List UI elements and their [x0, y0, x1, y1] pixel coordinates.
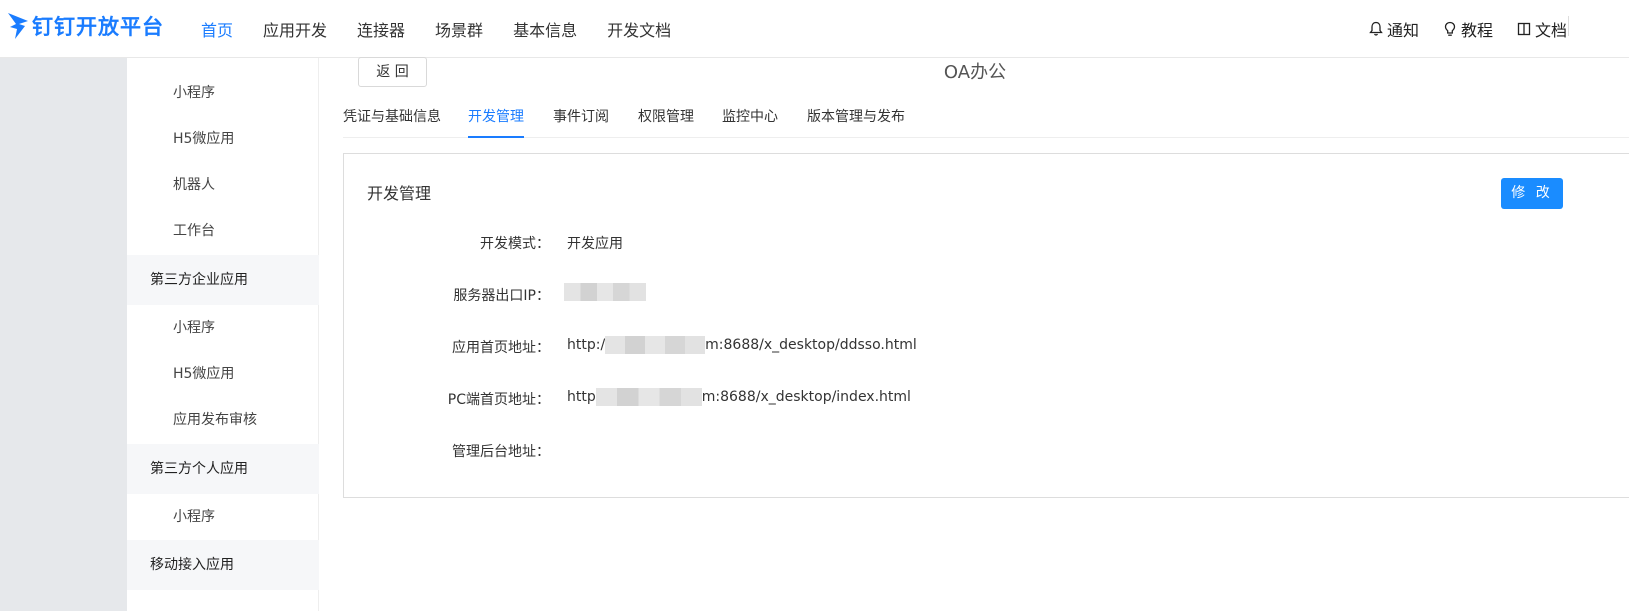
tab-credentials[interactable]: 凭证与基础信息	[343, 106, 441, 138]
nav-item-connector[interactable]: 连接器	[357, 17, 405, 41]
edit-button[interactable]: 修 改	[1501, 178, 1563, 209]
sidebar-group-third-party-enterprise[interactable]: 第三方企业应用	[127, 255, 319, 305]
app-title: OA办公	[943, 62, 1007, 83]
sidebar-item-h5-app[interactable]: H5微应用	[127, 116, 319, 162]
card-title: 开发管理	[367, 184, 432, 203]
docs-link[interactable]: 文档	[1517, 17, 1567, 41]
field-value-app-home-url: http:/ m:8688/x_desktop/ddsso.html	[567, 336, 917, 354]
dev-mode-value: 开发应用	[567, 236, 623, 252]
tutorial-link[interactable]: 教程	[1443, 17, 1493, 41]
tab-bar: 凭证与基础信息 开发管理 事件订阅 权限管理 监控中心 版本管理与发布	[343, 96, 1629, 138]
top-navbar: 钉钉开放平台 首页 应用开发 连接器 场景群 基本信息 开发文档 通知 教程 文…	[0, 0, 1629, 58]
notify-label: 通知	[1386, 21, 1419, 40]
pc-home-url-suffix: m:8688/x_desktop/index.html	[701, 389, 911, 405]
bell-icon	[1369, 21, 1383, 36]
sidebar-item-robot[interactable]: 机器人	[127, 162, 319, 208]
book-icon	[1517, 22, 1531, 36]
topbar-divider	[1568, 16, 1569, 36]
tab-dev-management[interactable]: 开发管理	[468, 106, 524, 138]
tab-permissions[interactable]: 权限管理	[638, 106, 694, 138]
docs-label: 文档	[1534, 21, 1567, 40]
tab-event-subscription[interactable]: 事件订阅	[553, 106, 609, 138]
dingtalk-logo-icon	[8, 13, 28, 39]
sidebar-item-third-party-mini-program[interactable]: 小程序	[127, 305, 319, 351]
nav-item-app-dev[interactable]: 应用开发	[263, 17, 327, 41]
field-value-pc-home-url: http m:8688/x_desktop/index.html	[567, 388, 911, 406]
nav-item-basic-info[interactable]: 基本信息	[513, 17, 577, 41]
sidebar-item-app-release-review[interactable]: 应用发布审核	[127, 397, 319, 443]
sidebar-group-mobile-access[interactable]: 移动接入应用	[127, 540, 319, 590]
pc-home-url-prefix: http	[567, 389, 596, 405]
field-value-dev-mode: 开发应用	[567, 233, 623, 253]
app-home-url-prefix: http:/	[567, 337, 606, 353]
sidebar-item-personal-mini-program[interactable]: 小程序	[127, 494, 319, 540]
left-gutter	[0, 58, 127, 611]
nav-item-home[interactable]: 首页	[201, 17, 233, 41]
redacted-ip	[564, 283, 646, 301]
app-home-url-suffix: m:8688/x_desktop/ddsso.html	[705, 337, 917, 353]
sidebar-item-third-party-h5-app[interactable]: H5微应用	[127, 351, 319, 397]
top-right-links: 通知 教程 文档	[1345, 0, 1567, 58]
notify-link[interactable]: 通知	[1369, 17, 1419, 41]
sidebar: 小程序 H5微应用 机器人 工作台 第三方企业应用 小程序 H5微应用 应用发布…	[127, 58, 319, 611]
sidebar-group-third-party-personal[interactable]: 第三方个人应用	[127, 444, 319, 494]
field-label-server-ip: 服务器出口IP：	[453, 288, 550, 304]
back-button[interactable]: 返 回	[358, 57, 427, 87]
field-label-dev-mode: 开发模式：	[480, 236, 550, 252]
field-label-app-home-url: 应用首页地址：	[452, 340, 550, 356]
field-label-admin-url: 管理后台地址：	[452, 444, 550, 460]
brand-logo[interactable]: 钉钉开放平台	[6, 9, 164, 43]
tab-version-release[interactable]: 版本管理与发布	[807, 106, 905, 138]
lightbulb-icon	[1444, 21, 1456, 36]
sidebar-item-mini-program[interactable]: 小程序	[127, 70, 319, 116]
brand-name: 钉钉开放平台	[32, 15, 164, 39]
tab-monitoring[interactable]: 监控中心	[722, 106, 778, 138]
sidebar-item-workbench[interactable]: 工作台	[127, 208, 319, 254]
nav-item-scene-group[interactable]: 场景群	[435, 17, 483, 41]
nav-item-dev-docs[interactable]: 开发文档	[607, 17, 671, 41]
dev-management-card: 开发管理 修 改 开发模式： 开发应用 服务器出口IP： 应用首页地址： htt…	[343, 153, 1629, 498]
redacted-domain	[605, 336, 706, 354]
tutorial-label: 教程	[1460, 21, 1493, 40]
redacted-domain	[595, 388, 702, 406]
main-nav: 首页 应用开发 连接器 场景群 基本信息 开发文档	[201, 0, 701, 58]
field-value-server-ip	[564, 283, 646, 301]
field-label-pc-home-url: PC端首页地址：	[447, 392, 550, 408]
